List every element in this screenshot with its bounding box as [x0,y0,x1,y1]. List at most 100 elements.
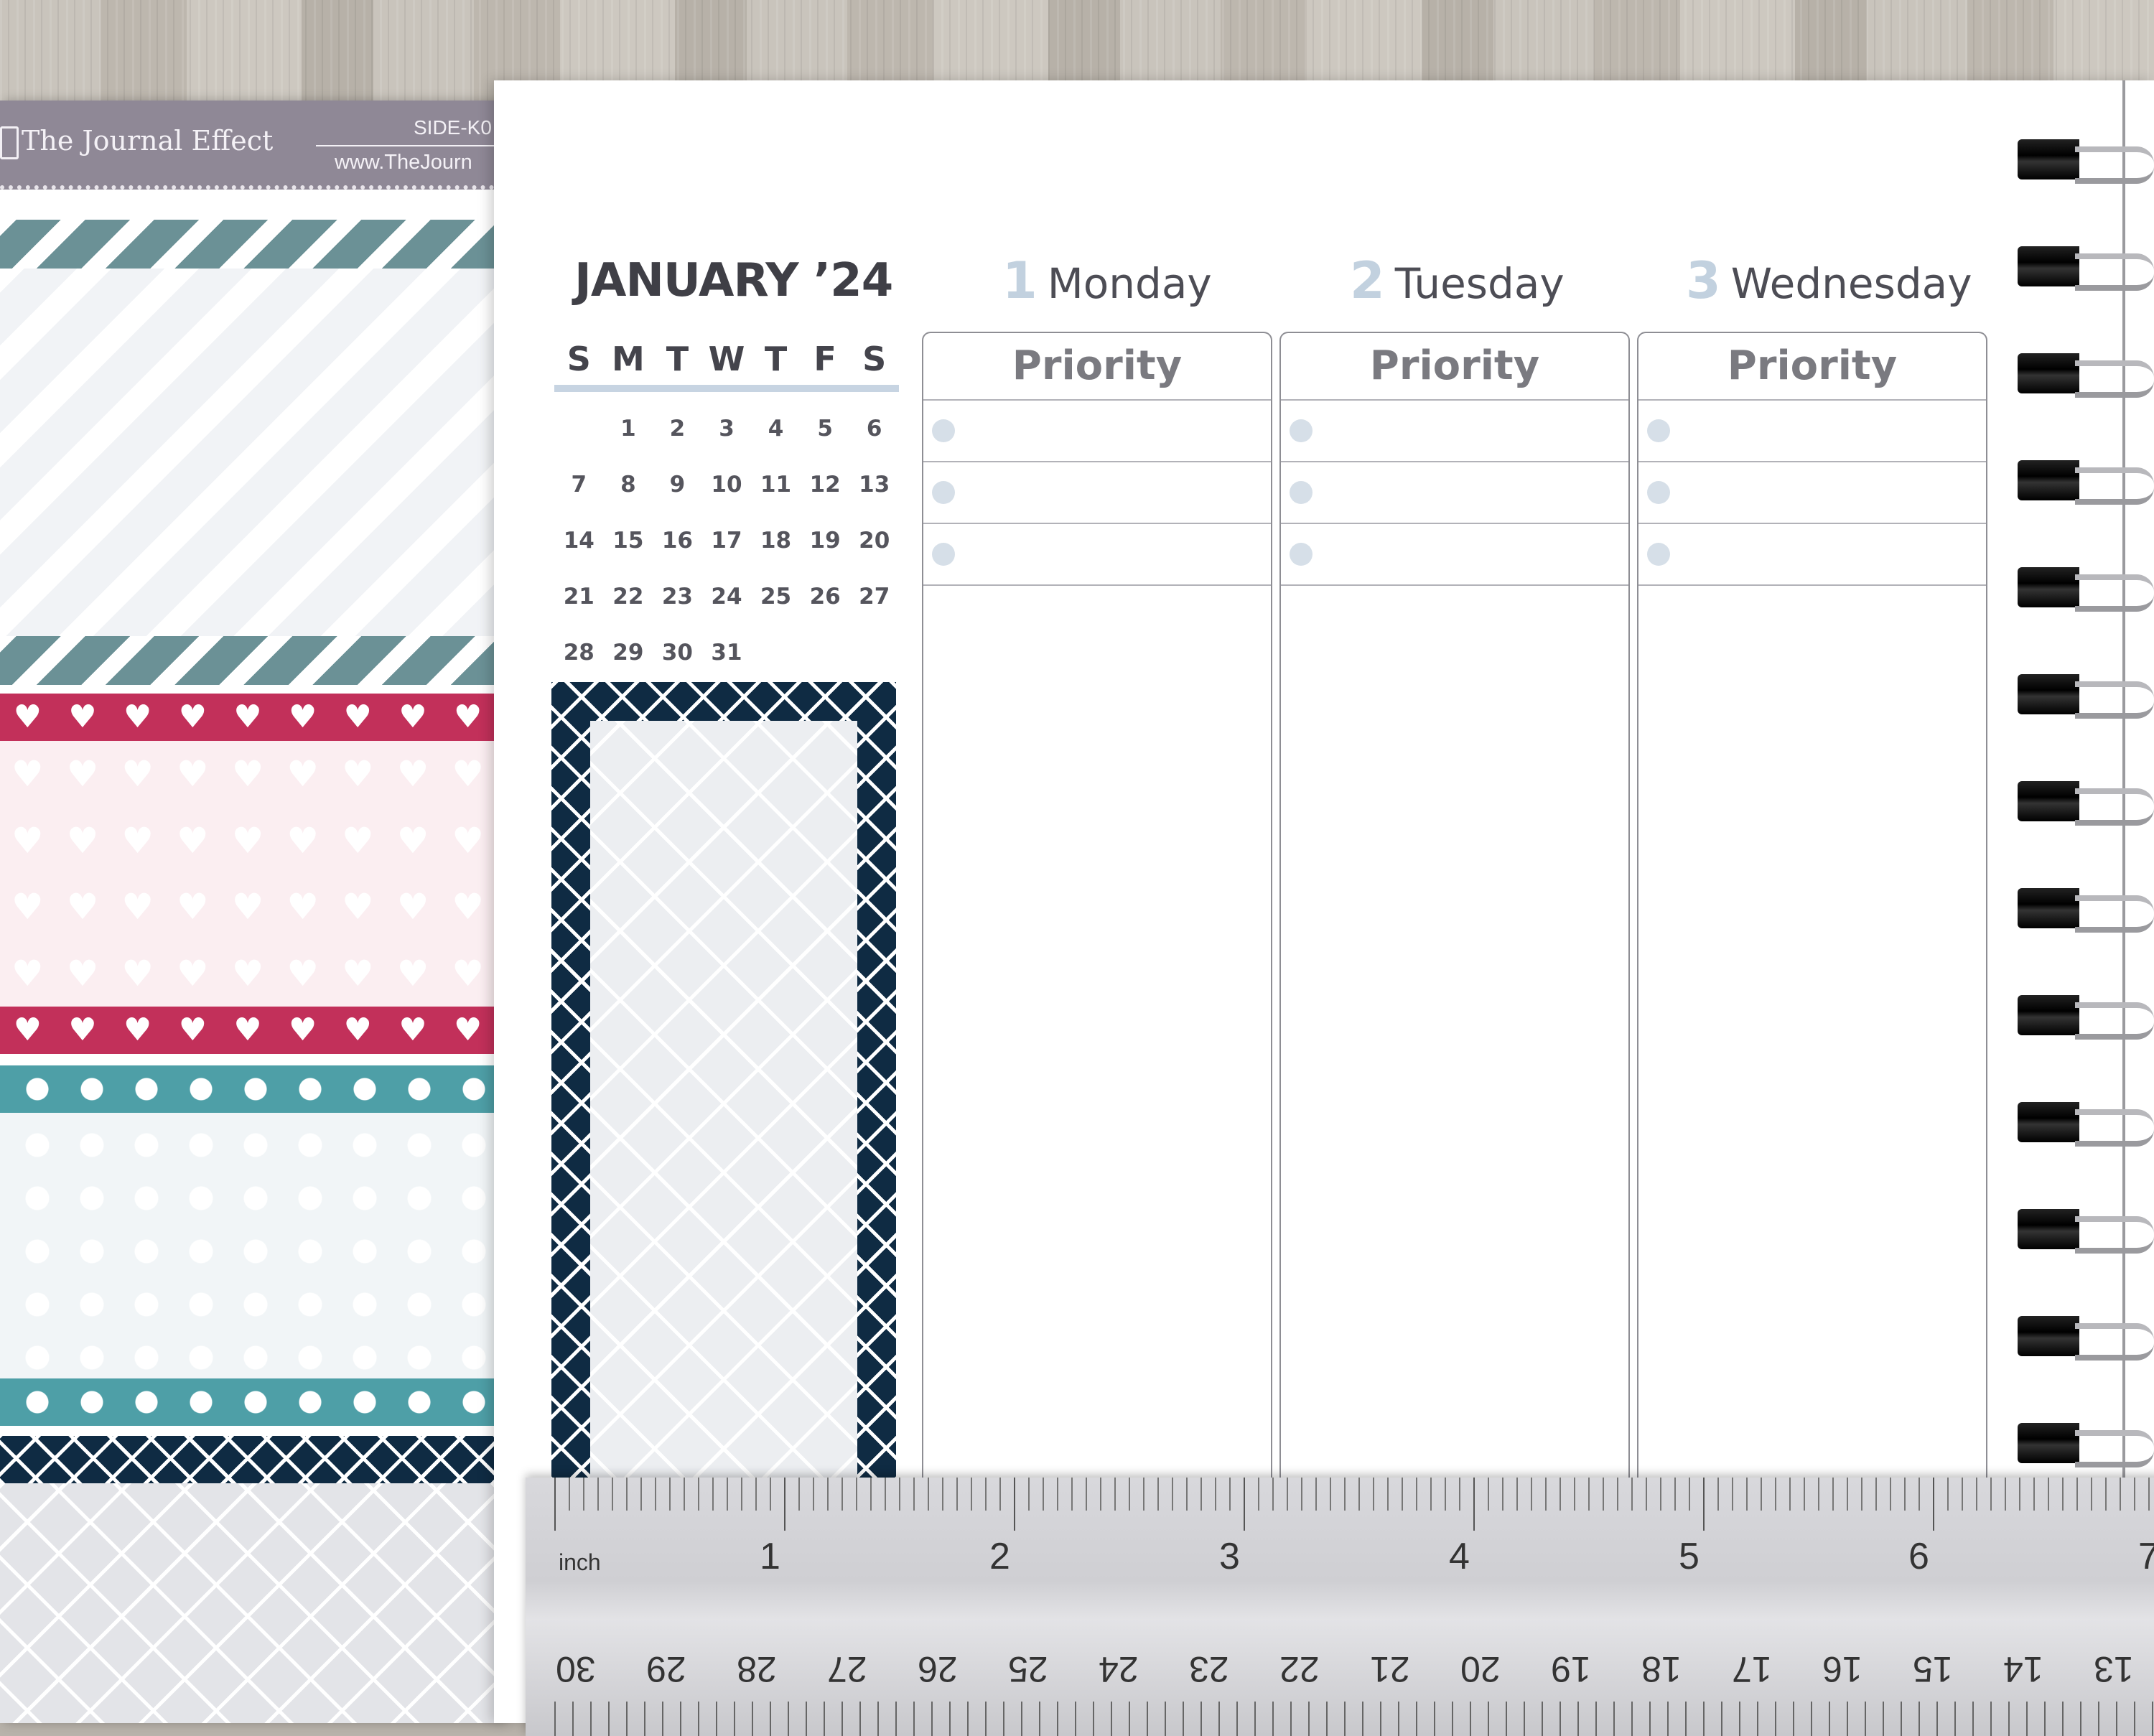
herringbone-border-top[interactable] [0,1436,495,1483]
ruler-inch-ticks [554,1478,2154,1531]
sticker-sheet: The Journal Effect SIDE-K0 www.TheJourn … [0,101,503,1723]
heart-border-bottom[interactable]: ♥ ♥ ♥ ♥ ♥ ♥ ♥ ♥ ♥ [0,1007,495,1054]
ruler-cm-number: 27 [827,1649,867,1689]
mini-calendar-day: 16 [661,528,693,554]
heart-icon: ♥ [66,753,99,795]
weekday-label: M [611,340,645,378]
heart-icon: ♥ [11,952,44,994]
heart-icon: ♥ [398,699,427,735]
mini-calendar-day: 14 [563,528,595,554]
mini-calendar-day: 31 [711,640,742,666]
heart-icon: ♥ [343,1012,372,1048]
bullet-icon [1647,543,1670,566]
ruler-cm-number: 14 [2003,1649,2043,1689]
mini-calendar-day: 30 [661,640,693,666]
polka-dot-border-top[interactable] [0,1065,495,1113]
mini-calendar-day: 3 [719,416,735,442]
heart-icon: ♥ [121,819,154,862]
ruler-inch-number: 7 [2138,1536,2154,1577]
polka-dot-sticker[interactable] [0,1113,495,1378]
priority-row[interactable] [923,462,1271,524]
website-label: www.TheJourn [335,151,472,174]
day-header-monday: 1 Monday [1002,251,1212,310]
bullet-icon [932,543,955,566]
mini-calendar-weekdays: S M T W T F S [554,337,899,381]
bullet-icon [1647,419,1670,442]
herringbone-sticker[interactable] [0,1483,495,1723]
mini-calendar-day: 7 [571,472,587,498]
priority-row[interactable] [1638,401,1986,462]
heart-border-top[interactable]: ♥ ♥ ♥ ♥ ♥ ♥ ♥ ♥ ♥ [0,694,495,741]
day-number: 2 [1350,251,1385,310]
heart-icon: ♥ [396,819,429,862]
mini-calendar-day: 29 [612,640,644,666]
weekday-label: S [862,340,887,378]
mini-calendar-day: 4 [768,416,784,442]
heart-icon: ♥ [396,886,429,928]
notes-sticker-fill [590,721,857,1525]
heart-icon: ♥ [176,819,209,862]
heart-icon: ♥ [341,952,374,994]
mini-calendar-day: 15 [612,528,644,554]
spiral-ring [2018,236,2154,297]
ruler-cm-number: 16 [1822,1649,1862,1689]
day-name: Monday [1047,259,1212,308]
heart-sticker[interactable]: ♥ ♥ ♥ ♥ ♥ ♥ ♥ ♥ ♥ ♥ ♥ ♥ ♥ ♥ ♥ ♥ ♥ ♥ ♥ ♥ ♥ ♥ ♥ ♥ ♥ ♥ ♥ ♥ ♥ ♥ ♥ ♥ ♥ ♥ ♥ ♥ [0,741,495,1007]
priority-row[interactable] [1638,524,1986,586]
heart-icon: ♥ [452,753,485,795]
stripe-sticker[interactable] [0,269,495,636]
ruler-cm-number: 28 [737,1649,777,1689]
notes-sticker-frame[interactable] [551,682,896,1525]
ruler-cm-number: 18 [1641,1649,1682,1689]
heart-icon: ♥ [233,699,262,735]
priority-row[interactable] [923,524,1271,586]
stripe-border-bottom[interactable] [0,636,495,685]
heart-icon: ♥ [68,699,97,735]
priority-row[interactable] [923,401,1271,462]
stripe-border-top[interactable] [0,220,495,269]
heart-icon: ♥ [123,1012,152,1048]
spiral-binding [2018,129,2154,1493]
day-column-monday: Priority [922,332,1272,1554]
mini-calendar-day: 27 [859,584,890,610]
mini-calendar-day: 17 [711,528,742,554]
mini-calendar-day: 25 [760,584,792,610]
priority-row[interactable] [1281,462,1628,524]
mini-calendar-day: 11 [760,472,792,498]
month-title: JANUARY ’24 [574,254,893,307]
heart-icon: ♥ [13,1012,42,1048]
day-header-wednesday: 3 Wednesday [1686,251,1972,310]
ruler-cm-number: 21 [1370,1649,1410,1689]
day-number: 3 [1686,251,1721,310]
weekday-label: W [708,340,745,378]
mini-calendar-day: 26 [809,584,841,610]
mini-calendar-day: 22 [612,584,644,610]
ruler-cm-number: 24 [1099,1649,1139,1689]
ruler-inch-number: 6 [1908,1536,1929,1577]
ruler-cm-number: 25 [1008,1649,1048,1689]
mini-calendar-day: 18 [760,528,792,554]
mini-calendar-day: 1 [620,416,636,442]
ruler-unit-label: inch [559,1549,601,1575]
day-name: Wednesday [1730,259,1972,308]
ruler-cm-number: 23 [1189,1649,1229,1689]
priority-heading: Priority [1638,333,1986,401]
heart-icon: ♥ [66,819,99,862]
heart-icon: ♥ [13,699,42,735]
spiral-ring [2018,343,2154,403]
heart-icon: ♥ [11,819,44,862]
heart-icon: ♥ [398,1012,427,1048]
spiral-ring [2018,1306,2154,1366]
weekday-label: S [567,340,591,378]
heart-icon: ♥ [176,952,209,994]
spiral-ring [2018,664,2154,724]
mini-calendar-day: 5 [817,416,833,442]
priority-row[interactable] [1638,462,1986,524]
spiral-ring [2018,771,2154,831]
priority-row[interactable] [1281,401,1628,462]
priority-row[interactable] [1281,524,1628,586]
weekday-label: T [764,340,788,378]
spiral-ring [2018,1413,2154,1473]
bullet-icon [932,419,955,442]
polka-dot-border-bottom[interactable] [0,1378,495,1426]
